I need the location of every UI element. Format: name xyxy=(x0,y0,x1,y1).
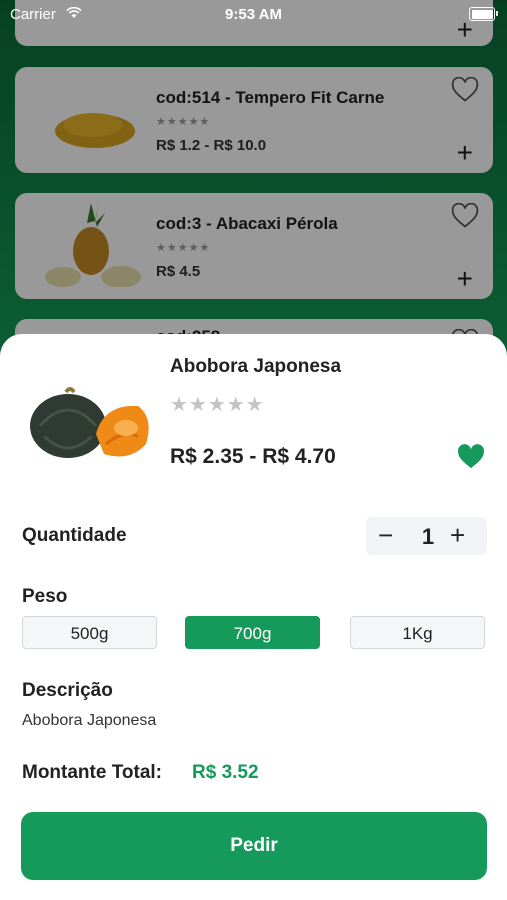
product-price-range: R$ 2.35 - R$ 4.70 xyxy=(170,445,336,468)
product-image xyxy=(30,387,149,458)
weight-option-1kg[interactable]: 1Kg xyxy=(350,616,485,649)
quantity-value: 1 xyxy=(421,524,435,549)
description-label: Descrição xyxy=(22,680,113,701)
status-bar: Carrier 9:53 AM xyxy=(0,0,507,30)
product-name: Abobora Japonesa xyxy=(170,356,342,377)
total-label: Montante Total: xyxy=(22,762,163,783)
heart-filled-icon[interactable] xyxy=(457,444,485,475)
rating-stars: ★★★★★ xyxy=(170,394,265,416)
clock: 9:53 AM xyxy=(225,6,282,23)
quantity-label: Quantidade xyxy=(22,525,127,546)
increment-button[interactable]: + xyxy=(450,520,465,550)
order-button[interactable]: Pedir xyxy=(21,812,487,880)
weight-option-500g[interactable]: 500g xyxy=(22,616,157,649)
product-detail-sheet: Abobora Japonesa ★★★★★ R$ 2.35 - R$ 4.70… xyxy=(0,334,507,900)
total-value: R$ 3.52 xyxy=(192,762,259,783)
weight-label: Peso xyxy=(22,586,68,607)
decrement-button[interactable]: − xyxy=(378,520,393,550)
description-text: Abobora Japonesa xyxy=(22,712,157,729)
quantity-stepper: − 1 + xyxy=(366,517,487,555)
battery-icon xyxy=(469,7,498,21)
weight-option-700g[interactable]: 700g xyxy=(185,616,320,649)
